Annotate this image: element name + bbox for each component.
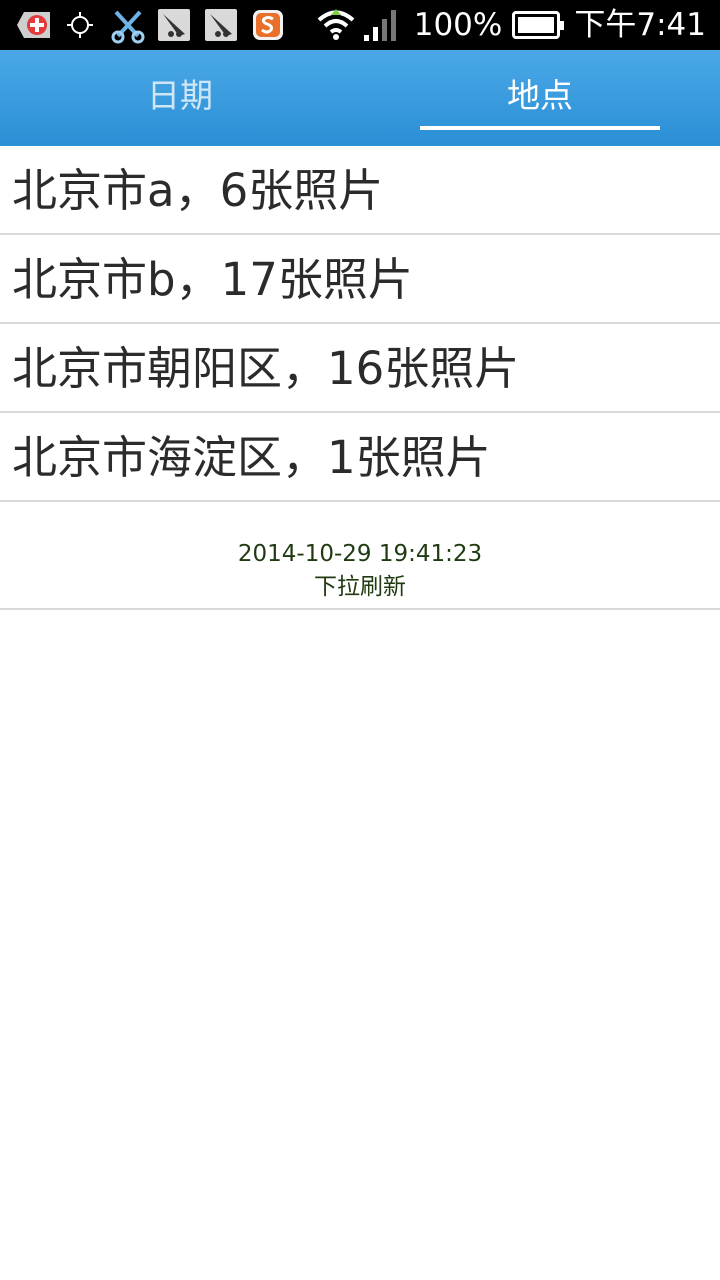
app-icon	[204, 8, 238, 42]
battery-icon	[512, 11, 565, 39]
battery-level	[518, 17, 555, 33]
location-list: 北京市a，6张照片 北京市b，17张照片 北京市朝阳区，16张照片 北京市海淀区…	[0, 146, 720, 502]
tab-date[interactable]: 日期	[0, 50, 360, 146]
battery-percentage: 100%	[413, 7, 503, 43]
refresh-timestamp: 2014-10-29 19:41:23	[237, 541, 483, 567]
sogou-icon	[251, 8, 285, 42]
signal-icon	[362, 7, 400, 43]
list-item[interactable]: 北京市朝阳区，16张照片	[0, 324, 720, 413]
pull-to-refresh[interactable]: 2014-10-29 19:41:23 下拉刷新	[0, 502, 720, 610]
app-icon	[157, 8, 191, 42]
tab-location[interactable]: 地点	[360, 50, 720, 146]
system-status: 100% 下午7:41	[316, 0, 706, 50]
list-item[interactable]: 北京市海淀区，1张照片	[0, 413, 720, 502]
refresh-label: 下拉刷新	[314, 574, 406, 600]
status-bar: 100% 下午7:41	[0, 0, 720, 50]
scissors-icon	[110, 8, 145, 44]
add-icon	[16, 8, 50, 42]
gps-icon	[63, 8, 97, 42]
list-item[interactable]: 北京市a，6张照片	[0, 146, 720, 235]
notification-icons	[16, 7, 298, 44]
status-clock: 下午7:41	[574, 7, 706, 43]
tab-selected-indicator	[420, 126, 660, 130]
wifi-icon	[316, 7, 356, 43]
tab-bar: 日期 地点	[0, 50, 720, 146]
list-item[interactable]: 北京市b，17张照片	[0, 235, 720, 324]
